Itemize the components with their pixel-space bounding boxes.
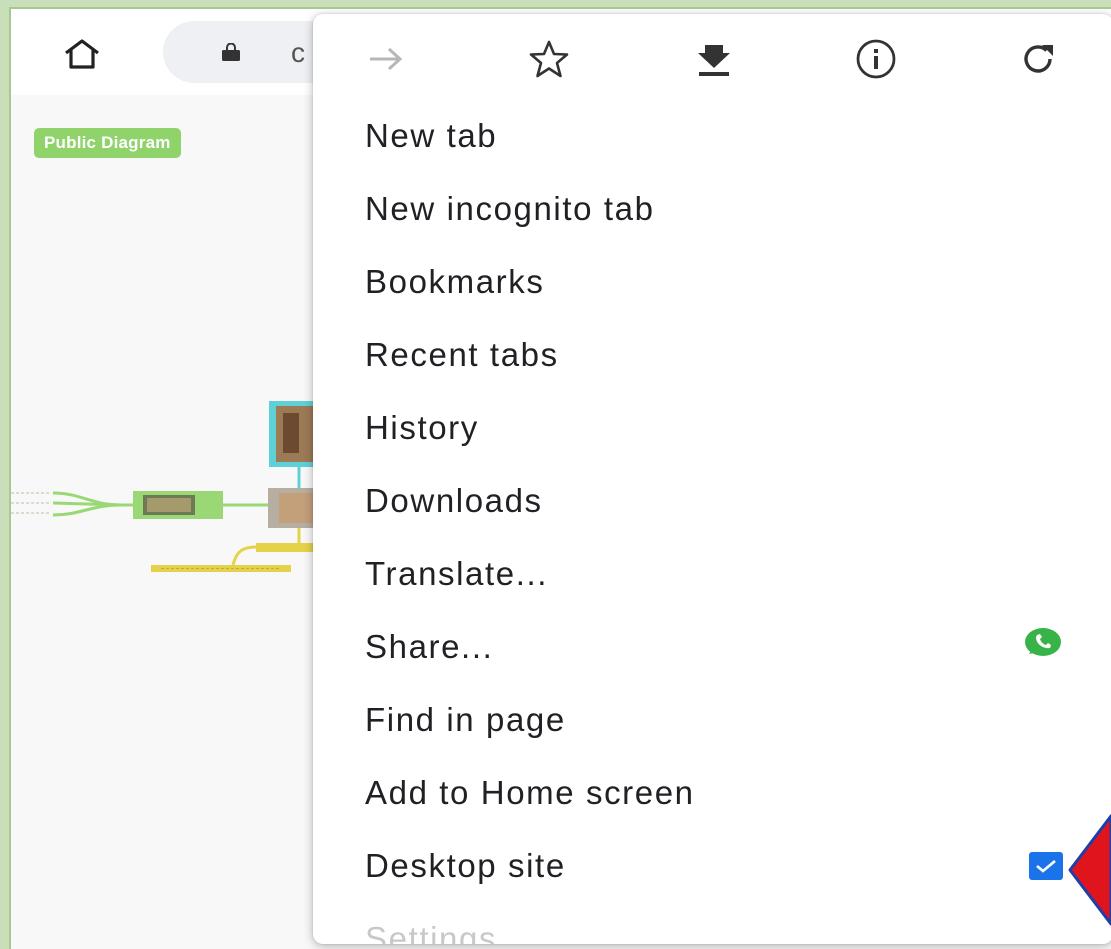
- menu-item-label: Bookmarks: [365, 262, 545, 300]
- menu-item-label: Recent tabs: [365, 335, 559, 373]
- check-icon: [1029, 851, 1063, 880]
- forward-icon[interactable]: [363, 36, 409, 82]
- download-icon[interactable]: [691, 36, 737, 82]
- menu-item-history[interactable]: History: [313, 391, 1111, 464]
- lock-icon: [222, 43, 240, 61]
- menu-item-label: Add to Home screen: [365, 773, 695, 811]
- menu-item-translate[interactable]: Translate...: [313, 537, 1111, 610]
- menu-item-settings[interactable]: Settings: [313, 902, 1111, 945]
- menu-icon-row: [313, 14, 1111, 102]
- info-icon[interactable]: [853, 36, 899, 82]
- menu-item-label: Downloads: [365, 481, 543, 519]
- menu-item-bookmarks[interactable]: Bookmarks: [313, 245, 1111, 318]
- url-text[interactable]: c: [291, 37, 305, 69]
- menu-item-find-in-page[interactable]: Find in page: [313, 683, 1111, 756]
- whatsapp-icon[interactable]: [1023, 626, 1063, 668]
- browser-frame: c Public Diagram New tab New incognito t…: [9, 7, 1111, 949]
- menu-item-downloads[interactable]: Downloads: [313, 464, 1111, 537]
- menu-item-add-to-home-screen[interactable]: Add to Home screen: [313, 756, 1111, 829]
- menu-item-label: Find in page: [365, 700, 566, 738]
- menu-item-label: History: [365, 408, 479, 446]
- menu-item-label: New tab: [365, 116, 498, 154]
- mind-map-diagram: [11, 401, 328, 572]
- home-icon[interactable]: [57, 31, 107, 77]
- desktop-site-checkbox[interactable]: [1029, 851, 1063, 880]
- menu-item-label: Translate...: [365, 554, 549, 592]
- menu-item-new-incognito-tab[interactable]: New incognito tab: [313, 172, 1111, 245]
- chrome-overflow-menu: New tab New incognito tab Bookmarks Rece…: [313, 14, 1111, 944]
- menu-item-label: Settings: [365, 919, 498, 945]
- menu-item-label: Share...: [365, 627, 494, 665]
- menu-item-new-tab[interactable]: New tab: [313, 99, 1111, 172]
- menu-item-recent-tabs[interactable]: Recent tabs: [313, 318, 1111, 391]
- menu-item-share[interactable]: Share...: [313, 610, 1111, 683]
- menu-item-label: New incognito tab: [365, 189, 655, 227]
- star-icon[interactable]: [526, 36, 572, 82]
- menu-item-desktop-site[interactable]: Desktop site: [313, 829, 1111, 902]
- menu-item-label: Desktop site: [365, 846, 566, 884]
- refresh-icon[interactable]: [1015, 36, 1061, 82]
- red-arrow-pointer-icon: [1068, 814, 1111, 926]
